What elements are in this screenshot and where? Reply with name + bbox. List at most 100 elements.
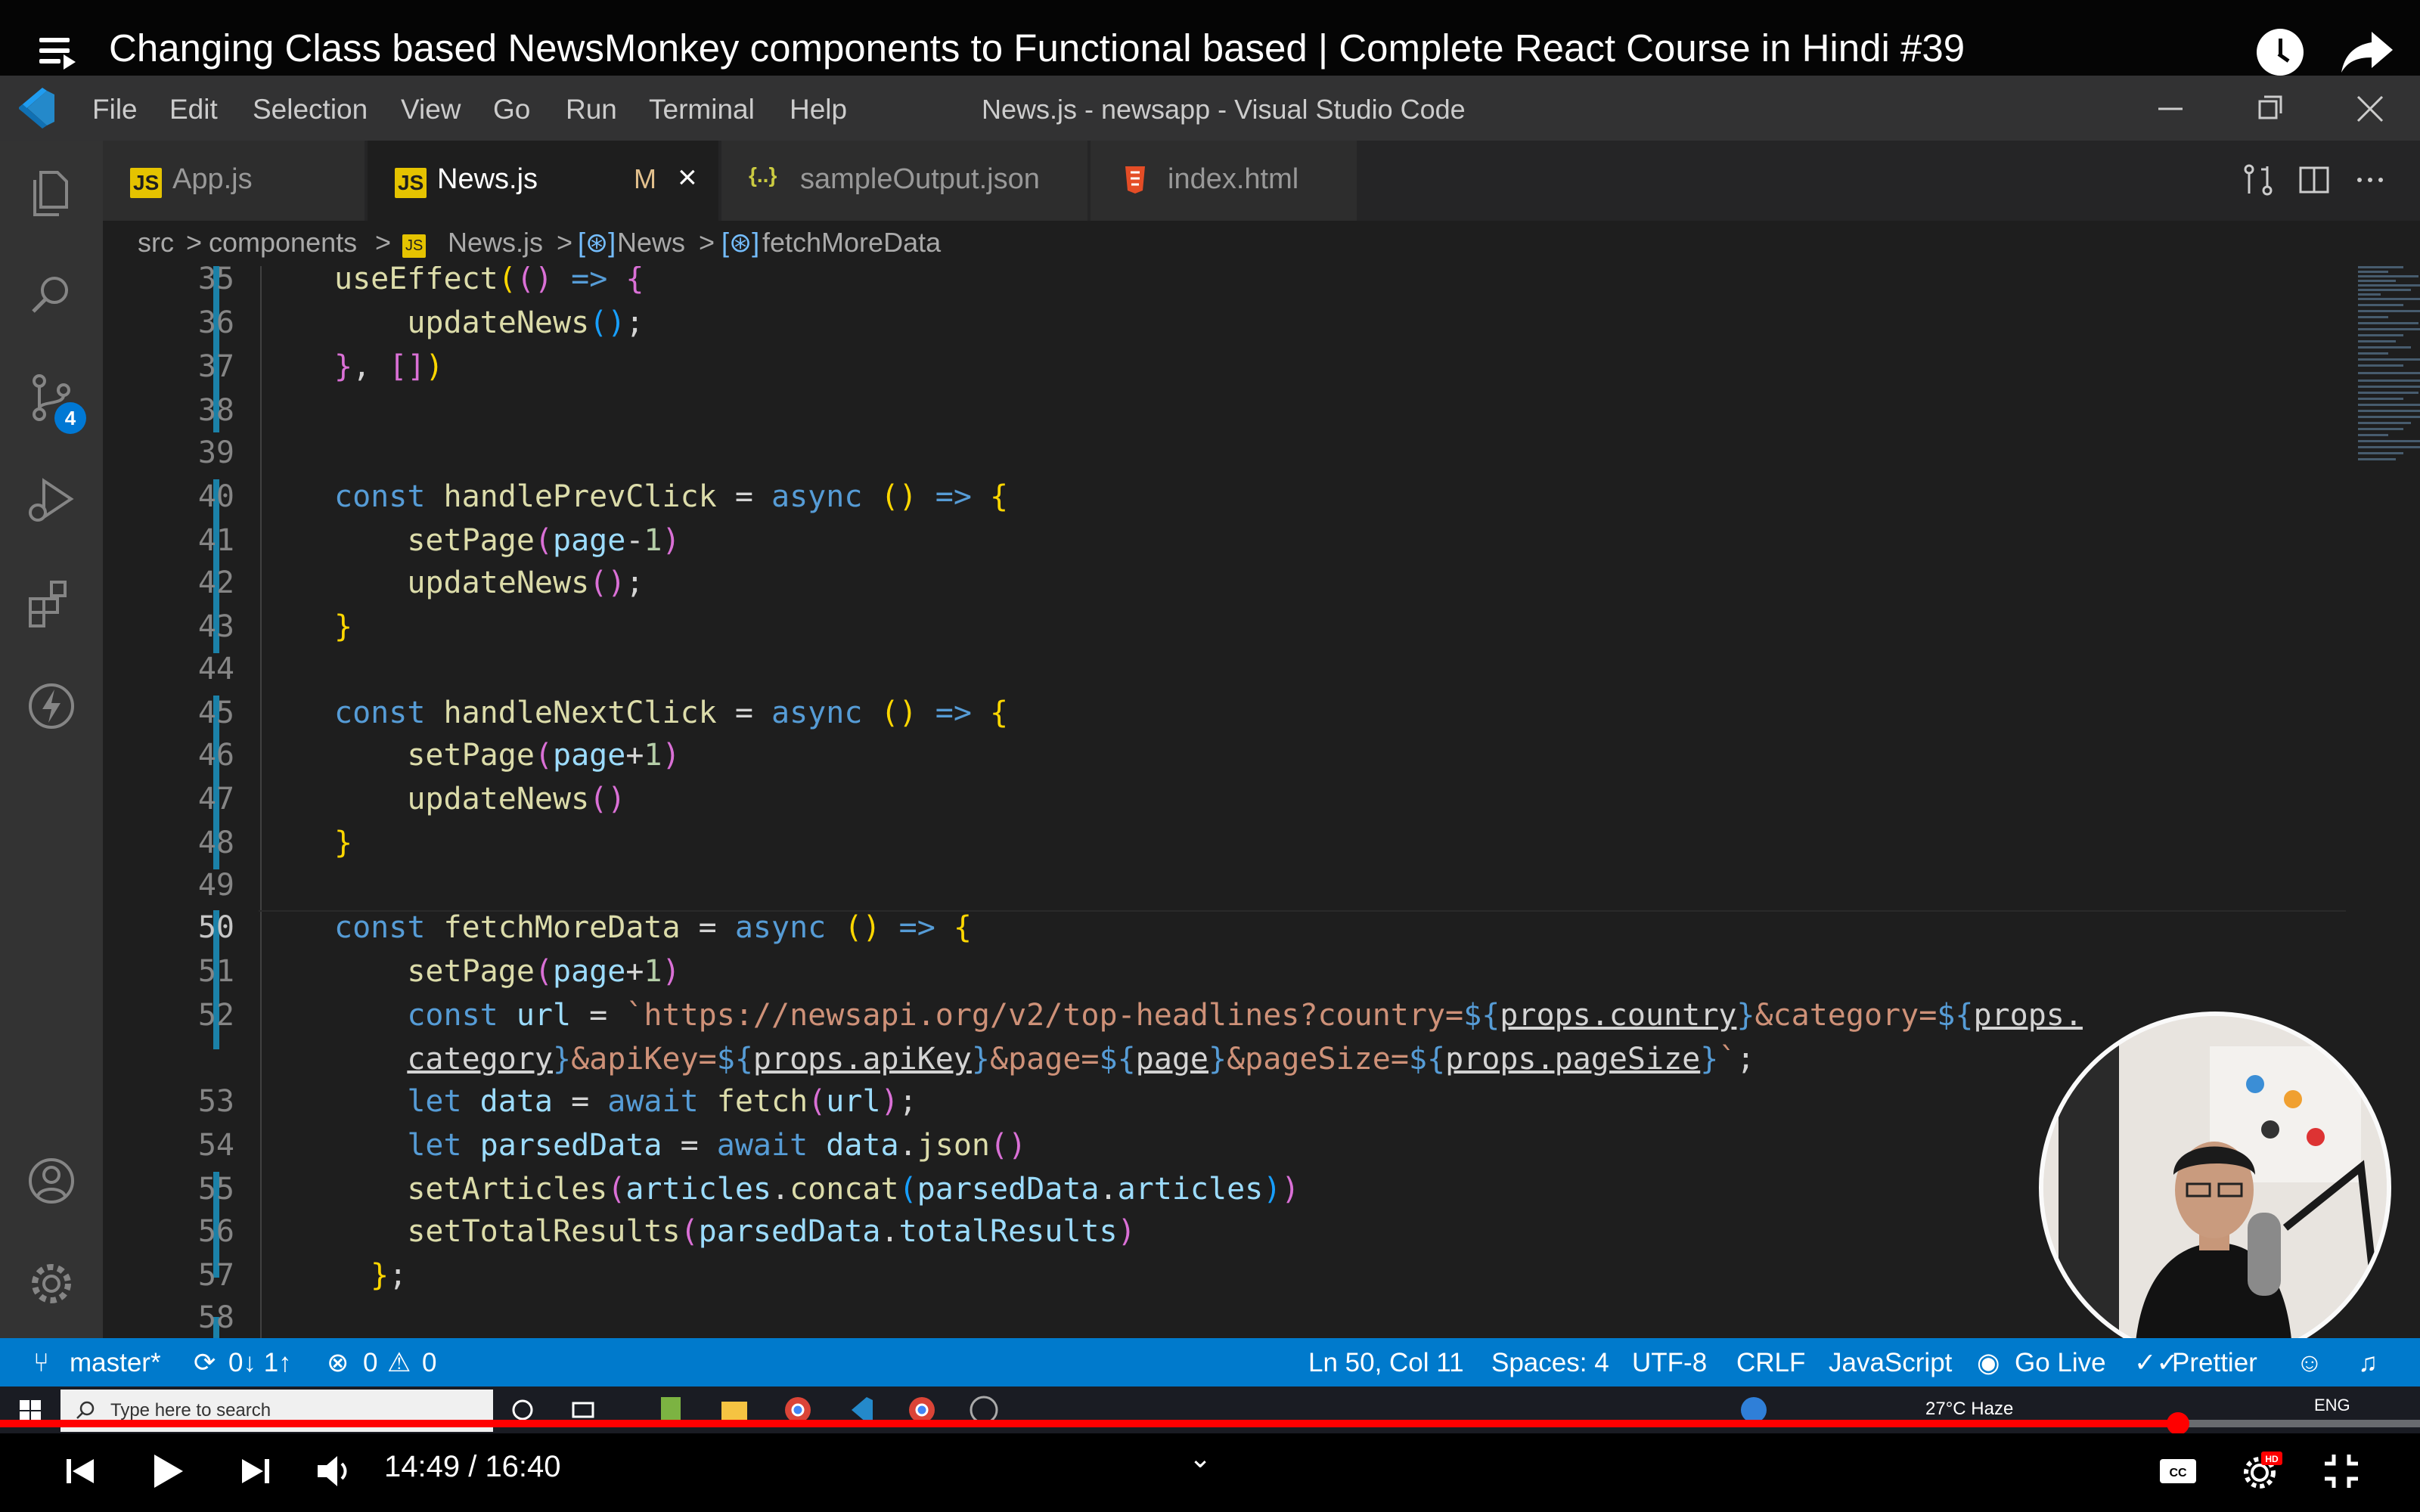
code-line-50: const fetchMoreData = async () => { xyxy=(334,910,972,945)
next-icon[interactable] xyxy=(233,1448,278,1494)
language-indicator[interactable]: ENG xyxy=(2314,1396,2350,1415)
windows-start-icon[interactable] xyxy=(20,1400,41,1421)
line-number: 42 xyxy=(197,565,234,600)
branch-icon: ⑂ xyxy=(33,1348,50,1377)
code-line-52: const url = `https://newsapi.org/v2/top-… xyxy=(407,998,2083,1033)
warning-count[interactable]: 0 xyxy=(422,1348,436,1378)
watch-later-icon[interactable] xyxy=(2257,29,2304,76)
minimize-icon[interactable] xyxy=(2151,89,2190,129)
minimap-line xyxy=(2358,364,2403,367)
minimap-line xyxy=(2358,340,2396,342)
chevron-down-icon[interactable]: ⌄ xyxy=(1189,1442,1212,1474)
feedback-icon[interactable]: ☺ xyxy=(2296,1348,2323,1378)
tab-app-js[interactable]: JS App.js xyxy=(103,141,366,221)
breadcrumb-symbol-fetchmoredata[interactable]: fetchMoreData xyxy=(762,227,941,259)
line-number: 52 xyxy=(197,998,234,1033)
menu-selection[interactable]: Selection xyxy=(253,94,368,125)
breadcrumb-separator: > xyxy=(557,227,573,258)
menu-file[interactable]: File xyxy=(92,94,138,125)
menu-edit[interactable]: Edit xyxy=(169,94,218,125)
video-title[interactable]: Changing Class based NewsMonkey componen… xyxy=(109,26,1965,70)
line-ending[interactable]: CRLF xyxy=(1736,1348,1805,1378)
previous-icon[interactable] xyxy=(57,1448,103,1494)
line-number: 40 xyxy=(197,479,234,514)
settings-gear-icon[interactable]: HD xyxy=(2238,1448,2284,1494)
code-line-46: setPage(page+1) xyxy=(407,738,681,773)
run-debug-icon[interactable] xyxy=(24,473,79,528)
captions-icon[interactable]: CC xyxy=(2155,1448,2201,1494)
line-number: 57 xyxy=(197,1258,234,1293)
git-branch[interactable]: master* xyxy=(70,1348,161,1378)
split-editor-icon[interactable] xyxy=(2294,160,2334,200)
code-line-40: const handlePrevClick = async () => { xyxy=(334,479,1009,514)
breadcrumb-separator: > xyxy=(375,227,392,258)
tab-label: index.html xyxy=(1168,163,1299,195)
code-line-43: } xyxy=(334,609,353,644)
menu-terminal[interactable]: Terminal xyxy=(649,94,755,125)
line-number: 44 xyxy=(197,652,234,686)
indentation[interactable]: Spaces: 4 xyxy=(1491,1348,1609,1378)
playlist-menu-icon[interactable] xyxy=(39,38,79,71)
breadcrumb-symbol-news[interactable]: News xyxy=(617,227,685,259)
share-icon[interactable] xyxy=(2338,29,2396,74)
breadcrumb-src[interactable]: src xyxy=(138,227,174,259)
minimap-line xyxy=(2358,398,2403,400)
video-progress-bar[interactable] xyxy=(0,1412,2420,1435)
menu-run[interactable]: Run xyxy=(566,94,617,125)
code-line-48: } xyxy=(334,826,353,860)
volume-icon[interactable] xyxy=(312,1448,357,1494)
notifications-bell-icon[interactable]: ♫ xyxy=(2358,1348,2378,1378)
minimap-line xyxy=(2358,428,2403,430)
menu-go[interactable]: Go xyxy=(493,94,530,125)
open-changes-icon[interactable] xyxy=(2238,160,2278,200)
language-mode[interactable]: JavaScript xyxy=(1829,1348,1952,1378)
progress-scrubber[interactable] xyxy=(2167,1412,2189,1435)
settings-gear-icon[interactable] xyxy=(24,1256,79,1311)
progress-played xyxy=(0,1420,2178,1427)
menu-view[interactable]: View xyxy=(401,94,461,125)
error-count[interactable]: 0 xyxy=(363,1348,377,1378)
minimap-line xyxy=(2358,293,2381,296)
extensions-icon[interactable] xyxy=(24,576,79,631)
code-line-41: setPage(page-1) xyxy=(407,523,681,558)
minimap-line xyxy=(2358,358,2420,361)
svg-text:HD: HD xyxy=(2265,1454,2279,1464)
sync-icon: ⟳ xyxy=(194,1348,216,1377)
code-line-51: setPage(page+1) xyxy=(407,954,681,989)
prettier[interactable]: Prettier xyxy=(2172,1348,2257,1378)
breadcrumb-file[interactable]: News.js xyxy=(448,227,543,259)
minimap-line xyxy=(2358,404,2420,406)
breadcrumb-separator: > xyxy=(186,227,203,258)
restore-icon[interactable] xyxy=(2251,89,2290,129)
code-line-55: setArticles(articles.concat(parsedData.a… xyxy=(407,1172,1300,1207)
line-number: 36 xyxy=(197,305,234,340)
more-actions-icon[interactable] xyxy=(2350,160,2390,200)
editor-tab-bar: JS App.js JS News.js M × {..} sampleOutp… xyxy=(103,141,2420,221)
weather[interactable]: 27°C Haze xyxy=(1925,1399,2013,1420)
cursor-position[interactable]: Ln 50, Col 11 xyxy=(1308,1348,1464,1378)
account-icon[interactable] xyxy=(24,1154,79,1208)
line-number: 56 xyxy=(197,1214,234,1249)
breadcrumb: src > components > JS News.js > [⊛] News… xyxy=(103,221,2420,266)
play-icon[interactable] xyxy=(144,1448,189,1494)
exit-fullscreen-icon[interactable] xyxy=(2319,1448,2364,1494)
js-file-icon: JS xyxy=(395,168,427,198)
explorer-icon[interactable] xyxy=(24,166,79,221)
close-tab-icon[interactable]: × xyxy=(678,159,697,197)
close-window-icon[interactable] xyxy=(2350,89,2390,129)
minimap-line xyxy=(2358,316,2388,318)
go-live[interactable]: Go Live xyxy=(2015,1348,2106,1378)
search-icon[interactable] xyxy=(24,268,79,322)
code-line-54: let parsedData = await data.json() xyxy=(407,1128,1027,1163)
breadcrumb-components[interactable]: components xyxy=(209,227,357,259)
minimap-line xyxy=(2358,392,2418,394)
lightning-icon[interactable] xyxy=(24,679,79,733)
git-sync[interactable]: 0↓ 1↑ xyxy=(228,1348,292,1378)
minimap-line xyxy=(2358,289,2411,291)
tab-index-html[interactable]: index.html xyxy=(1091,141,1358,221)
menu-help[interactable]: Help xyxy=(790,94,847,125)
minimap-line xyxy=(2358,271,2388,273)
tab-news-js[interactable]: JS News.js M × xyxy=(368,141,720,221)
tab-sample-output-json[interactable]: {..} sampleOutput.json xyxy=(721,141,1089,221)
encoding[interactable]: UTF-8 xyxy=(1632,1348,1707,1378)
